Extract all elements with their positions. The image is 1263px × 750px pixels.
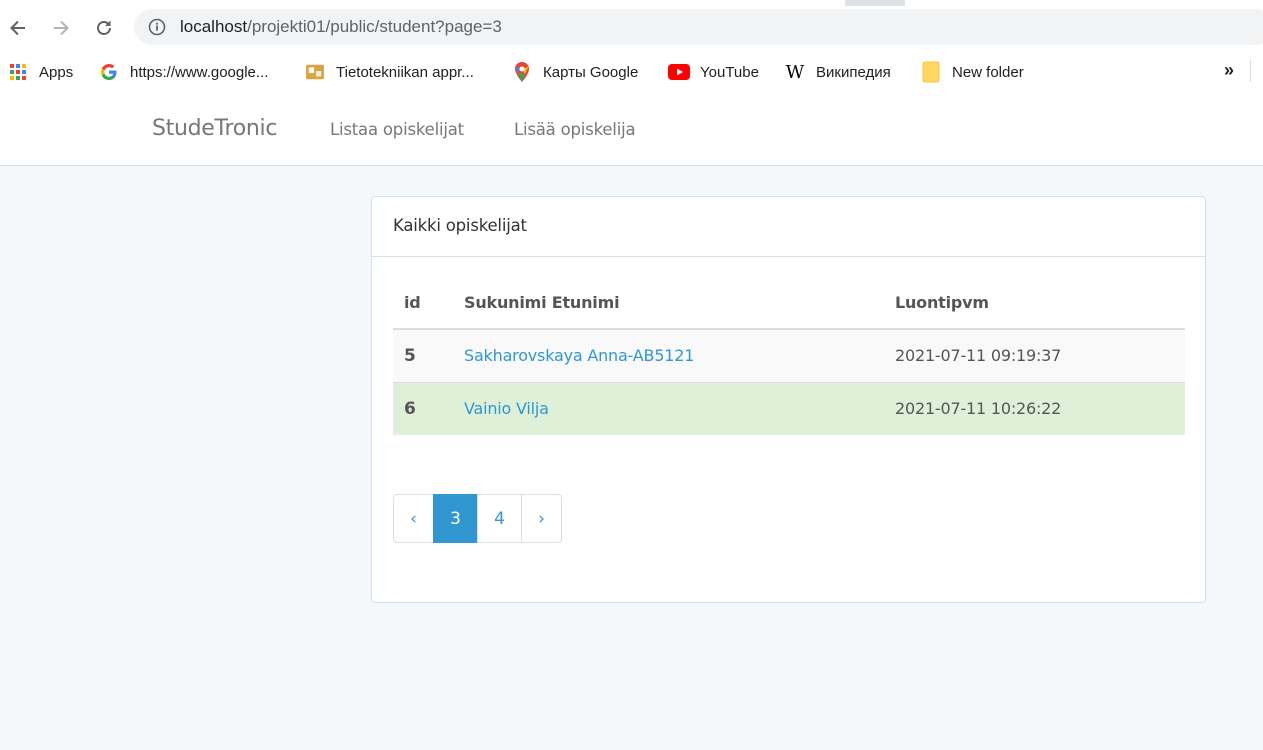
bookmark-site-icon — [306, 63, 324, 81]
wikipedia-icon: W — [785, 61, 805, 83]
column-header-id: id — [393, 277, 453, 330]
back-button[interactable] — [6, 16, 30, 40]
nav-link-list-students[interactable]: Listaa opiskelijat — [330, 120, 464, 139]
bookmark-tietotekniikan[interactable]: Tietotekniikan appr... — [306, 60, 474, 84]
youtube-icon — [668, 63, 690, 81]
brand-link[interactable]: StudeTronic — [152, 116, 277, 141]
bookmark-label: Apps — [39, 63, 74, 81]
url-text[interactable]: localhost/projekti01/public/student?page… — [180, 17, 502, 37]
forward-button[interactable] — [49, 16, 73, 40]
bookmark-label: Tietotekniikan appr... — [336, 63, 474, 81]
students-panel: Kaikki opiskelijat id Sukunimi Etunimi L… — [371, 196, 1206, 603]
bookmark-apps[interactable]: Apps — [9, 60, 73, 84]
bookmark-wikipedia[interactable]: W Википедия — [786, 60, 891, 84]
url-path: /projekti01/public/student?page=3 — [247, 17, 502, 36]
student-id: 5 — [393, 328, 453, 382]
students-table: id Sukunimi Etunimi Luontipvm 5 Sakharov… — [393, 277, 1185, 435]
bookmark-label: New folder — [952, 63, 1024, 81]
forward-arrow-icon — [54, 20, 69, 36]
nav-link-add-student[interactable]: Lisää opiskelija — [514, 120, 636, 139]
bookmarks-overflow-button[interactable]: » — [1224, 60, 1234, 81]
google-maps-icon — [513, 62, 531, 82]
site-info-icon[interactable] — [148, 18, 166, 36]
table-header-row: id Sukunimi Etunimi Luontipvm — [393, 277, 1185, 330]
student-name-cell: Vainio Vilja — [453, 381, 884, 435]
panel-heading: Kaikki opiskelijat — [372, 197, 1205, 257]
bookmark-youtube[interactable]: YouTube — [668, 60, 759, 84]
back-arrow-icon — [10, 20, 25, 36]
address-bar-row: localhost/projekti01/public/student?page… — [0, 6, 1263, 48]
bookmark-google[interactable]: https://www.google... — [100, 60, 268, 84]
bookmark-label: Карты Google — [543, 63, 639, 81]
pagination-page-4[interactable]: 4 — [477, 494, 522, 543]
pagination-page-3[interactable]: 3 — [433, 494, 478, 543]
folder-icon — [922, 61, 940, 83]
pagination-next-button[interactable]: › — [521, 494, 562, 543]
app-navbar: StudeTronic Listaa opiskelijat Lisää opi… — [0, 94, 1263, 166]
student-created-date: 2021-07-11 10:26:22 — [884, 381, 1185, 435]
bookmark-google-maps[interactable]: Карты Google — [513, 60, 638, 84]
student-name-link[interactable]: Sakharovskaya Anna-AB5121 — [464, 346, 694, 365]
student-id: 6 — [393, 381, 453, 435]
bookmarks-separator — [1250, 60, 1251, 82]
reload-icon — [97, 21, 111, 35]
bookmarks-bar: Apps https://www.google... Tietotekniika… — [0, 48, 1263, 94]
table-row: 6 Vainio Vilja 2021-07-11 10:26:22 — [393, 381, 1185, 435]
url-host: localhost — [180, 17, 248, 36]
google-icon — [100, 63, 118, 81]
apps-grid-icon — [9, 63, 27, 81]
bookmark-label: YouTube — [700, 63, 759, 81]
reload-button[interactable] — [92, 16, 116, 40]
column-header-date: Luontipvm — [884, 277, 1185, 330]
pagination-prev-button[interactable]: ‹ — [393, 494, 434, 543]
student-name-cell: Sakharovskaya Anna-AB5121 — [453, 328, 884, 382]
student-name-link[interactable]: Vainio Vilja — [464, 399, 549, 418]
student-created-date: 2021-07-11 09:19:37 — [884, 328, 1185, 382]
table-row: 5 Sakharovskaya Anna-AB5121 2021-07-11 0… — [393, 328, 1185, 382]
bookmark-label: https://www.google... — [130, 63, 269, 81]
bookmark-new-folder[interactable]: New folder — [922, 60, 1024, 84]
bookmark-label: Википедия — [816, 63, 891, 81]
pagination: ‹ 3 4 › — [393, 494, 562, 543]
omnibox[interactable]: localhost/projekti01/public/student?page… — [134, 9, 1263, 45]
column-header-name: Sukunimi Etunimi — [453, 277, 884, 330]
